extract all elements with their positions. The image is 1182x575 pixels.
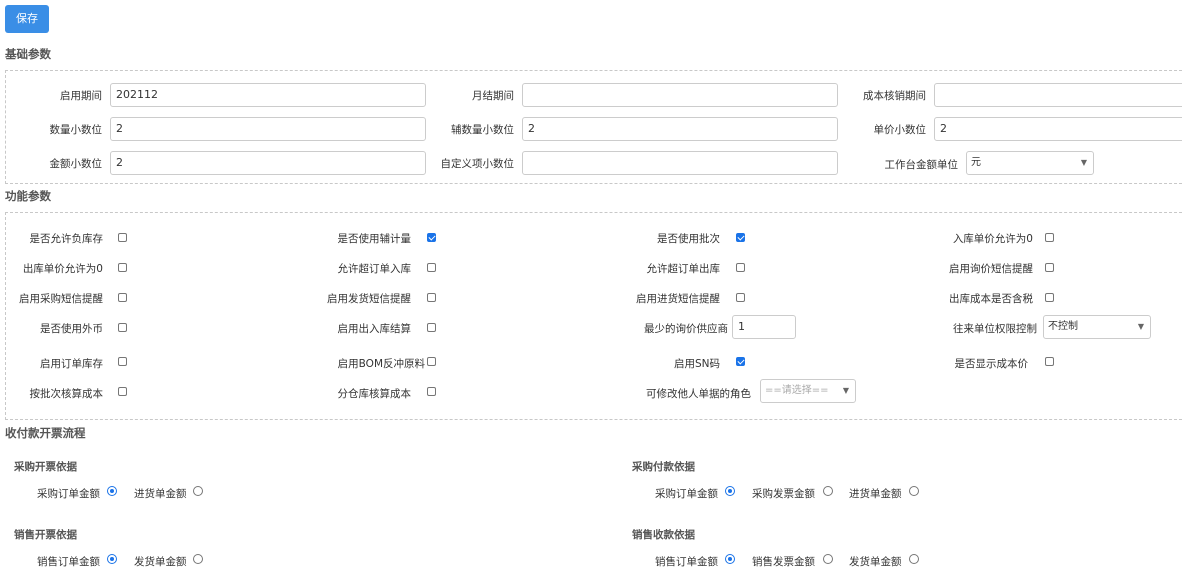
start-period-input[interactable]: 202112 <box>110 83 426 107</box>
section-title-basic: 基础参数 <box>5 47 51 61</box>
month-end-input[interactable] <box>522 83 838 107</box>
enable-order-stock-label: 启用订单库存 <box>40 358 103 370</box>
qty-decimal-input[interactable]: 2 <box>110 117 426 141</box>
enable-inquiry-sms-label: 启用询价短信提醒 <box>949 263 1033 275</box>
modify-others-role-placeholder: ==请选择== <box>765 385 829 396</box>
purchase-payment-radio-receipt[interactable] <box>909 486 919 496</box>
purchase-invoice-radio-order[interactable] <box>107 486 117 496</box>
chevron-down-icon: ▼ <box>1080 158 1087 167</box>
enable-bom-backflush-checkbox[interactable] <box>427 357 436 366</box>
enable-sn-checkbox[interactable] <box>736 357 745 366</box>
enable-inout-settlement-label: 启用出入库结算 <box>337 323 412 335</box>
sales-invoice-option-label: 发货单金额 <box>134 556 187 568</box>
purchase-payment-title: 采购付款依据 <box>632 461 695 473</box>
start-period-label: 启用期间 <box>60 90 102 102</box>
price-decimal-label: 单价小数位 <box>873 124 927 136</box>
allow-over-order-in-label: 允许超订单入库 <box>337 263 412 275</box>
aux-qty-decimal-label: 辅数量小数位 <box>451 124 514 136</box>
in-price-zero-checkbox[interactable] <box>1045 233 1054 242</box>
min-inquiry-suppliers-input[interactable]: 1 <box>732 315 796 339</box>
custom-decimal-input[interactable] <box>522 151 838 175</box>
amount-decimal-label: 金额小数位 <box>49 158 103 170</box>
save-button[interactable]: 保存 <box>5 5 49 33</box>
sales-receipt-option-label: 发货单金额 <box>849 556 902 568</box>
purchase-invoice-option-label: 进货单金额 <box>134 488 187 500</box>
sales-receipt-option-label: 销售发票金额 <box>752 556 815 568</box>
enable-purchase-sms-label: 启用采购短信提醒 <box>19 293 103 305</box>
use-batch-label: 是否使用批次 <box>657 233 720 245</box>
workbench-unit-select[interactable]: 元 ▼ <box>966 151 1094 175</box>
allow-over-order-out-checkbox[interactable] <box>736 263 745 272</box>
use-aux-qty-checkbox[interactable] <box>427 233 436 242</box>
custom-decimal-label: 自定义项小数位 <box>440 158 515 170</box>
allow-over-order-in-checkbox[interactable] <box>427 263 436 272</box>
purchase-invoice-title: 采购开票依据 <box>14 461 77 473</box>
enable-inout-settlement-checkbox[interactable] <box>427 323 436 332</box>
chevron-down-icon: ▼ <box>1137 322 1144 331</box>
qty-decimal-label: 数量小数位 <box>49 124 103 136</box>
purchase-payment-option-label: 采购订单金额 <box>655 488 718 500</box>
modify-others-role-label: 可修改他人单据的角色 <box>646 388 751 400</box>
sales-receipt-radio-invoice[interactable] <box>823 554 833 564</box>
partner-permission-select[interactable]: 不控制 ▼ <box>1043 315 1151 339</box>
out-price-zero-label: 出库单价允许为0 <box>22 263 103 275</box>
sales-invoice-radio-delivery[interactable] <box>193 554 203 564</box>
partner-permission-value: 不控制 <box>1048 321 1078 332</box>
enable-order-stock-checkbox[interactable] <box>118 357 127 366</box>
modify-others-role-select[interactable]: ==请选择== ▼ <box>760 379 856 403</box>
sales-receipt-radio-order[interactable] <box>725 554 735 564</box>
purchase-payment-radio-invoice[interactable] <box>823 486 833 496</box>
price-decimal-input[interactable]: 2 <box>934 117 1182 141</box>
sales-invoice-option-label: 销售订单金额 <box>37 556 100 568</box>
allow-negative-stock-checkbox[interactable] <box>118 233 127 242</box>
allow-over-order-out-label: 允许超订单出库 <box>646 263 721 275</box>
purchase-payment-option-label: 采购发票金额 <box>752 488 815 500</box>
month-end-label: 月结期间 <box>472 90 514 102</box>
out-cost-tax-checkbox[interactable] <box>1045 293 1054 302</box>
purchase-invoice-option-label: 采购订单金额 <box>37 488 100 500</box>
use-batch-checkbox[interactable] <box>736 233 745 242</box>
enable-sn-label: 启用SN码 <box>673 358 720 370</box>
enable-delivery-sms-label: 启用发货短信提醒 <box>327 293 411 305</box>
partner-permission-label: 往来单位权限控制 <box>953 323 1037 335</box>
enable-bom-backflush-label: 启用BOM反冲原料 <box>337 358 425 370</box>
cost-period-input[interactable] <box>934 83 1182 107</box>
chevron-down-icon: ▼ <box>842 386 849 395</box>
sales-receipt-title: 销售收款依据 <box>632 529 695 541</box>
aux-qty-decimal-input[interactable]: 2 <box>522 117 838 141</box>
in-price-zero-label: 入库单价允许为0 <box>952 233 1033 245</box>
out-cost-tax-label: 出库成本是否含税 <box>949 293 1033 305</box>
purchase-payment-option-label: 进货单金额 <box>849 488 902 500</box>
allow-negative-stock-label: 是否允许负库存 <box>29 233 104 245</box>
enable-purchase-sms-checkbox[interactable] <box>118 293 127 302</box>
sales-receipt-option-label: 销售订单金额 <box>655 556 718 568</box>
sales-receipt-radio-delivery[interactable] <box>909 554 919 564</box>
min-inquiry-suppliers-label: 最少的询价供应商 <box>644 323 728 335</box>
show-cost-price-checkbox[interactable] <box>1045 357 1054 366</box>
purchase-payment-radio-order[interactable] <box>725 486 735 496</box>
enable-inquiry-sms-checkbox[interactable] <box>1045 263 1054 272</box>
batch-cost-checkbox[interactable] <box>118 387 127 396</box>
section-title-function: 功能参数 <box>5 189 51 203</box>
sales-invoice-radio-order[interactable] <box>107 554 117 564</box>
batch-cost-label: 按批次核算成本 <box>29 388 104 400</box>
enable-receipt-sms-label: 启用进货短信提醒 <box>636 293 720 305</box>
use-aux-qty-label: 是否使用辅计量 <box>337 233 412 245</box>
purchase-invoice-radio-receipt[interactable] <box>193 486 203 496</box>
workbench-unit-value: 元 <box>971 157 981 168</box>
enable-delivery-sms-checkbox[interactable] <box>427 293 436 302</box>
show-cost-price-label: 是否显示成本价 <box>954 358 1029 370</box>
section-title-flow: 收付款开票流程 <box>5 426 86 440</box>
sales-invoice-title: 销售开票依据 <box>14 529 77 541</box>
cost-period-label: 成本核销期间 <box>863 90 926 102</box>
use-foreign-currency-label: 是否使用外币 <box>40 323 103 335</box>
workbench-unit-label: 工作台金额单位 <box>884 159 959 171</box>
warehouse-cost-label: 分仓库核算成本 <box>337 388 412 400</box>
amount-decimal-input[interactable]: 2 <box>110 151 426 175</box>
warehouse-cost-checkbox[interactable] <box>427 387 436 396</box>
enable-receipt-sms-checkbox[interactable] <box>736 293 745 302</box>
use-foreign-currency-checkbox[interactable] <box>118 323 127 332</box>
out-price-zero-checkbox[interactable] <box>118 263 127 272</box>
